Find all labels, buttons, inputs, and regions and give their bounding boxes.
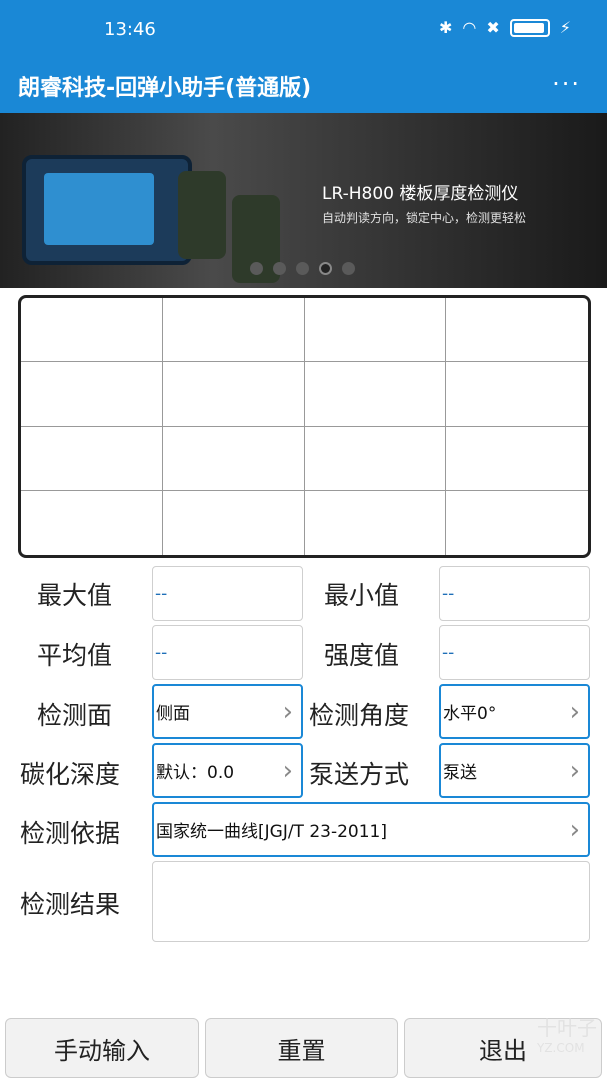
pager-dot[interactable]	[250, 262, 263, 275]
carbonation-value: 默认：0.0	[156, 763, 235, 783]
device-image	[22, 155, 192, 265]
basis-value: 国家统一曲线[JGJ/T 23-2011]	[156, 822, 388, 842]
pager-dot[interactable]	[296, 262, 309, 275]
basis-label: 检测依据	[20, 819, 121, 848]
chevron-right-icon: ›	[282, 755, 293, 786]
angle-value: 水平0°	[443, 704, 497, 724]
reading-cell[interactable]	[162, 426, 305, 491]
probe-image	[178, 171, 226, 259]
status-icons: ✱ ◠ ✖ ⚡	[439, 18, 571, 37]
pager-dot[interactable]	[342, 262, 355, 275]
banner-subtitle: 自动判读方向，锁定中心，检测更轻松	[322, 211, 527, 225]
reading-cell[interactable]	[162, 362, 305, 427]
status-bar: 13:46 ✱ ◠ ✖ ⚡	[0, 0, 607, 58]
carbonation-select[interactable]: 默认：0.0 ›	[152, 743, 303, 798]
reset-button[interactable]: 重置	[205, 1018, 398, 1078]
chevron-right-icon: ›	[282, 696, 293, 727]
readings-grid[interactable]	[18, 295, 591, 558]
reading-cell[interactable]	[305, 490, 447, 555]
reading-cell[interactable]	[446, 298, 588, 363]
reading-cell[interactable]	[21, 362, 163, 427]
avg-label: 平均值	[37, 641, 113, 670]
pump-value: 泵送	[443, 763, 477, 783]
angle-label: 检测角度	[309, 701, 410, 730]
basis-select[interactable]: 国家统一曲线[JGJ/T 23-2011] ›	[152, 802, 590, 857]
avg-value: --	[152, 625, 303, 680]
carbonation-label: 碳化深度	[20, 760, 121, 789]
banner-pager	[250, 262, 355, 275]
app-bar: 朗睿科技-回弹小助手(普通版) ···	[0, 58, 607, 113]
banner-title: LR-H800 楼板厚度检测仪	[322, 184, 519, 204]
angle-select[interactable]: 水平0° ›	[439, 684, 590, 739]
result-label: 检测结果	[20, 890, 121, 919]
reading-cell[interactable]	[21, 298, 163, 363]
chevron-right-icon: ›	[569, 696, 580, 727]
surface-label: 检测面	[37, 701, 113, 730]
status-time: 13:46	[104, 19, 156, 40]
surface-value: 侧面	[156, 704, 190, 724]
reading-cell[interactable]	[21, 426, 163, 491]
battery-icon	[509, 18, 550, 37]
pager-dot-active[interactable]	[319, 262, 332, 275]
watermark-logo: 十叶子 YZ.COM	[537, 1016, 597, 1055]
reading-cell[interactable]	[304, 362, 447, 427]
reading-cell[interactable]	[304, 298, 447, 363]
reading-cell[interactable]	[304, 426, 447, 491]
ad-banner[interactable]: LR-H800 楼板厚度检测仪 自动判读方向，锁定中心，检测更轻松	[0, 113, 607, 288]
result-field	[152, 861, 590, 942]
manual-input-button[interactable]: 手动输入	[5, 1018, 199, 1078]
pump-select[interactable]: 泵送 ›	[439, 743, 590, 798]
reading-cell[interactable]	[446, 427, 588, 491]
more-options-icon[interactable]: ···	[552, 70, 581, 98]
chevron-right-icon: ›	[569, 755, 580, 786]
wifi-icon: ◠	[462, 18, 477, 37]
reading-cell[interactable]	[21, 490, 163, 555]
notification-icon: ✖	[486, 18, 500, 37]
pager-dot[interactable]	[273, 262, 286, 275]
reading-cell[interactable]	[162, 298, 305, 363]
strength-value: --	[439, 625, 590, 680]
reading-cell[interactable]	[446, 491, 588, 555]
strength-label: 强度值	[324, 641, 400, 670]
bluetooth-icon: ✱	[438, 18, 453, 37]
pump-label: 泵送方式	[309, 760, 410, 789]
reading-cell[interactable]	[163, 490, 305, 555]
max-label: 最大值	[37, 581, 113, 610]
charging-icon: ⚡	[559, 18, 571, 37]
chevron-right-icon: ›	[569, 814, 580, 845]
surface-select[interactable]: 侧面 ›	[152, 684, 303, 739]
max-value: --	[152, 566, 303, 621]
reading-cell[interactable]	[446, 362, 588, 427]
app-title: 朗睿科技-回弹小助手(普通版)	[18, 76, 312, 101]
min-value: --	[439, 566, 590, 621]
min-label: 最小值	[324, 581, 400, 610]
